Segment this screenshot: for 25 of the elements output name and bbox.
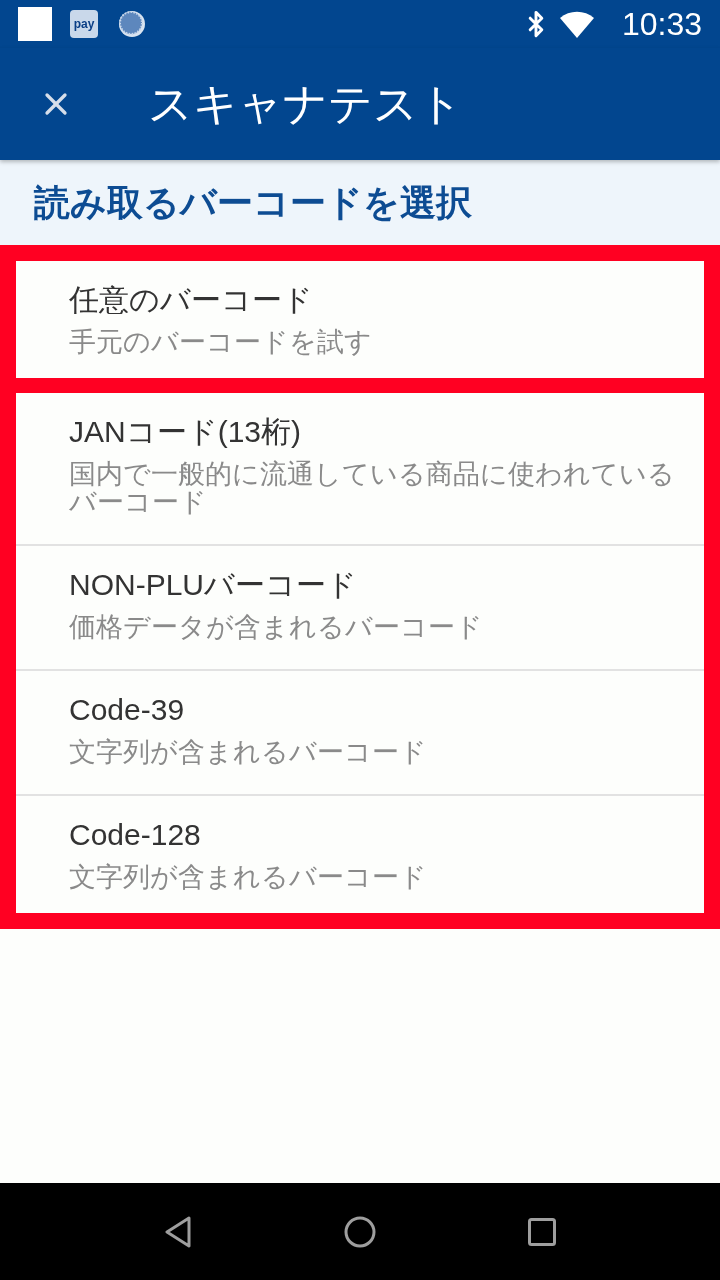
- option-subtitle: 価格データが含まれるバーコード: [69, 613, 484, 641]
- back-icon[interactable]: [164, 1215, 192, 1248]
- barcode-option[interactable]: Code-39 文字列が含まれるバーコード: [16, 671, 704, 796]
- dotted-circle-icon: [118, 10, 146, 38]
- status-time: 10:33: [621, 8, 702, 40]
- option-subtitle: 手元のバーコードを試す: [69, 328, 373, 356]
- barcode-option[interactable]: Code-128 文字列が含まれるバーコード: [16, 796, 704, 913]
- option-subtitle: 国内で一般的に流通している商品に使われているバーコード: [69, 460, 676, 516]
- option-title: 任意のバーコード: [69, 282, 314, 318]
- option-title: Code-39: [69, 692, 186, 728]
- pay-badge: pay: [70, 10, 98, 38]
- square-icon: [18, 7, 52, 41]
- barcode-option[interactable]: 任意のバーコード 手元のバーコードを試す: [16, 261, 704, 378]
- option-title: Code-128: [69, 817, 202, 853]
- screen-title: スキャナテスト: [148, 82, 463, 126]
- barcode-option[interactable]: JANコード(13桁) 国内で一般的に流通している商品に使われているバーコード: [16, 393, 704, 546]
- option-subtitle: 文字列が含まれるバーコード: [69, 863, 428, 891]
- recents-icon[interactable]: [528, 1217, 556, 1246]
- option-title: NON-PLUバーコード: [69, 567, 358, 603]
- option-subtitle: 文字列が含まれるバーコード: [69, 738, 428, 766]
- option-title: JANコード(13桁): [69, 414, 303, 450]
- section-title: 読み取るバーコードを選択: [34, 184, 472, 221]
- barcode-option[interactable]: NON-PLUバーコード 価格データが含まれるバーコード: [16, 546, 704, 671]
- home-icon[interactable]: [344, 1215, 376, 1248]
- wifi-icon: [559, 10, 594, 38]
